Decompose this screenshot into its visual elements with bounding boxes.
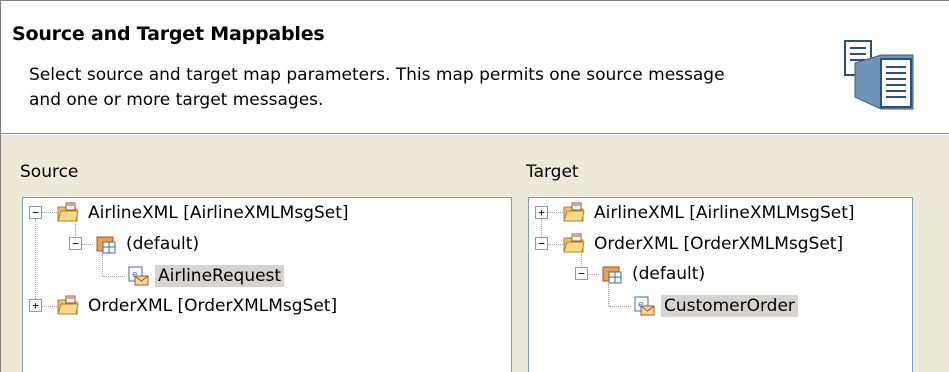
message-set-folder-icon <box>563 202 585 222</box>
wizard-banner: Source and Target Mappables Select sourc… <box>1 1 949 134</box>
tree-node-default[interactable]: (default) <box>601 259 708 289</box>
tree-node-label: (default) <box>126 234 200 254</box>
tree-node-label: OrderXML [OrderXMLMsgSet] <box>88 296 338 316</box>
message-set-folder-icon <box>563 233 585 253</box>
message-icon: e <box>634 296 655 316</box>
tree-node-label: OrderXML [OrderXMLMsgSet] <box>594 234 844 254</box>
message-set-folder-icon <box>57 295 79 315</box>
page-title: Source and Target Mappables <box>12 23 325 45</box>
expand-toggle[interactable]: − <box>575 267 588 280</box>
tree-node-default[interactable]: (default) <box>95 229 202 259</box>
tree-node-orderxml[interactable]: OrderXML [OrderXMLMsgSet] <box>563 229 846 259</box>
tree-node-airlinerequest[interactable]: e AirlineRequest <box>127 261 285 291</box>
source-tree[interactable]: − AirlineXML [AirlineXMLMsgSet] − (defau… <box>22 197 512 372</box>
expand-toggle[interactable]: − <box>69 237 82 250</box>
tree-node-label: (default) <box>632 264 706 284</box>
namespace-icon <box>602 266 622 284</box>
expand-toggle[interactable]: − <box>29 206 42 219</box>
mappables-panel: Source − AirlineXML [AirlineXMLMsgSet] − <box>1 135 949 372</box>
tree-node-airlinexml[interactable]: AirlineXML [AirlineXMLMsgSet] <box>563 198 858 228</box>
tree-node-label: AirlineRequest <box>155 265 285 287</box>
target-label: Target <box>526 162 579 182</box>
tree-node-airlinexml[interactable]: AirlineXML [AirlineXMLMsgSet] <box>57 198 352 228</box>
tree-node-orderxml[interactable]: OrderXML [OrderXMLMsgSet] <box>57 291 340 321</box>
tree-node-customerorder[interactable]: e CustomerOrder <box>633 291 798 321</box>
expand-toggle[interactable]: − <box>535 237 548 250</box>
tree-node-label: AirlineXML [AirlineXMLMsgSet] <box>594 203 855 223</box>
expand-toggle[interactable]: + <box>535 206 548 219</box>
source-label: Source <box>20 162 79 182</box>
tree-node-label: CustomerOrder <box>661 295 798 317</box>
expand-toggle[interactable]: + <box>29 299 42 312</box>
message-set-folder-icon <box>57 202 79 222</box>
tree-node-label: AirlineXML [AirlineXMLMsgSet] <box>88 203 349 223</box>
page-description: Select source and target map parameters.… <box>29 65 725 110</box>
target-tree[interactable]: + AirlineXML [AirlineXMLMsgSet] − OrderX… <box>528 197 913 372</box>
message-icon: e <box>128 266 149 286</box>
namespace-icon <box>96 236 116 254</box>
mapping-wizard-icon <box>844 40 914 110</box>
